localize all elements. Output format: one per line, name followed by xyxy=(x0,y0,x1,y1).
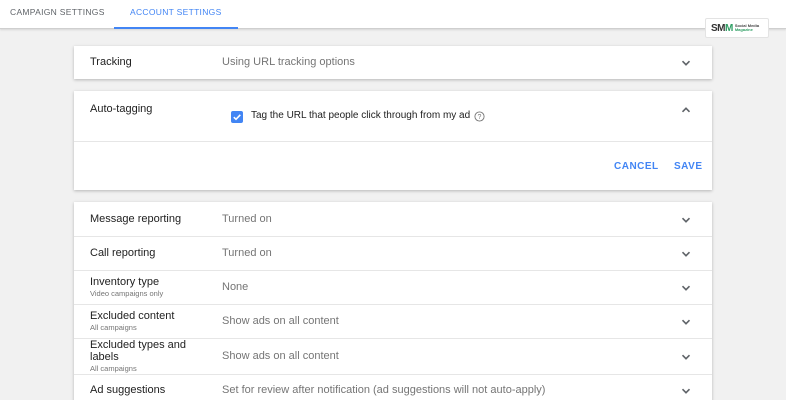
cancel-button[interactable]: CANCEL xyxy=(614,161,659,172)
chevron-down-icon[interactable] xyxy=(680,351,692,363)
chevron-down-icon[interactable] xyxy=(680,57,692,69)
setting-label: Call reporting xyxy=(90,247,156,259)
setting-sublabel: All campaigns xyxy=(90,364,137,373)
svg-text:?: ? xyxy=(478,114,482,121)
tracking-label: Tracking xyxy=(90,56,132,68)
auto-tagging-checkbox[interactable] xyxy=(231,111,243,123)
logo-mark: SMM xyxy=(711,23,733,34)
setting-label: Ad suggestions xyxy=(90,384,166,396)
excluded-types-row[interactable]: Excluded types and labels All campaigns … xyxy=(74,338,712,374)
chevron-up-icon[interactable] xyxy=(680,104,692,116)
tab-campaign-settings[interactable]: CAMPAIGN SETTINGS xyxy=(10,0,105,29)
setting-label: Message reporting xyxy=(90,213,182,225)
inventory-type-row[interactable]: Inventory type Video campaigns only None xyxy=(74,270,712,304)
setting-sublabel: All campaigns xyxy=(90,323,137,332)
tab-bar: CAMPAIGN SETTINGS ACCOUNT SETTINGS xyxy=(0,0,786,29)
tab-account-settings[interactable]: ACCOUNT SETTINGS xyxy=(114,0,238,29)
setting-value: Show ads on all content xyxy=(222,315,339,327)
logo-mark-b: M xyxy=(725,22,733,34)
check-icon xyxy=(233,114,241,121)
auto-tagging-checkbox-label: Tag the URL that people click through fr… xyxy=(251,110,471,121)
social-media-magazine-logo: SMM Social Media Magazine xyxy=(705,18,769,38)
setting-value: Set for review after notification (ad su… xyxy=(222,384,546,396)
tracking-row[interactable]: Tracking Using URL tracking options xyxy=(74,46,712,79)
logo-line2: Magazine xyxy=(734,27,753,32)
chevron-down-icon[interactable] xyxy=(680,385,692,397)
chevron-down-icon[interactable] xyxy=(680,316,692,328)
help-circle-icon[interactable]: ? xyxy=(474,111,485,122)
logo-mark-a: SM xyxy=(711,22,726,34)
message-reporting-row[interactable]: Message reporting Turned on xyxy=(74,202,712,236)
setting-label-line2: labels xyxy=(90,351,119,363)
chevron-down-icon[interactable] xyxy=(680,214,692,226)
chevron-down-icon[interactable] xyxy=(680,248,692,260)
setting-value: None xyxy=(222,281,249,293)
save-button[interactable]: SAVE xyxy=(674,161,703,172)
setting-value: Turned on xyxy=(222,213,272,225)
setting-value: Turned on xyxy=(222,247,272,259)
auto-tagging-panel: Auto-tagging Tag the URL that people cli… xyxy=(74,91,712,190)
logo-text: Social Media Magazine xyxy=(734,23,759,33)
chevron-down-icon[interactable] xyxy=(680,282,692,294)
panel-divider xyxy=(74,141,712,142)
setting-label: Excluded content xyxy=(90,310,175,322)
setting-label-line1: Excluded types and xyxy=(90,339,187,351)
settings-list: Message reporting Turned on Call reporti… xyxy=(74,202,712,400)
setting-label: Inventory type xyxy=(90,276,160,288)
call-reporting-row[interactable]: Call reporting Turned on xyxy=(74,236,712,270)
tracking-value: Using URL tracking options xyxy=(222,56,355,68)
auto-tagging-label: Auto-tagging xyxy=(90,103,153,115)
setting-value: Show ads on all content xyxy=(222,350,339,362)
excluded-content-row[interactable]: Excluded content All campaigns Show ads … xyxy=(74,304,712,338)
ad-suggestions-row[interactable]: Ad suggestions Set for review after noti… xyxy=(74,374,712,400)
setting-sublabel: Video campaigns only xyxy=(90,289,164,298)
